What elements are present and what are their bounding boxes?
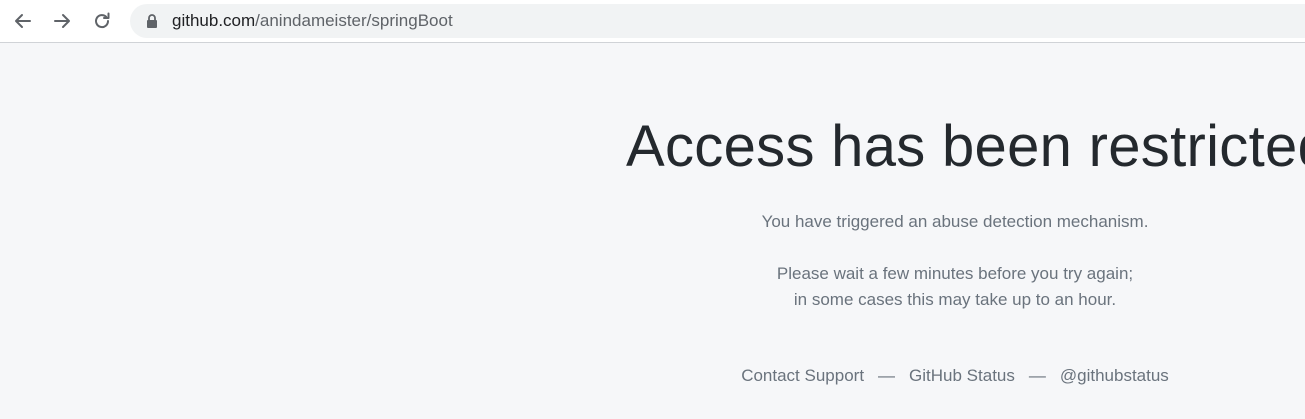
footer-separator: — (878, 366, 896, 385)
back-arrow-icon (15, 14, 31, 28)
browser-toolbar: github.com/anindameister/springBoot (0, 0, 1305, 43)
page-content: Access has been restricted You have trig… (0, 44, 1305, 419)
address-bar[interactable]: github.com/anindameister/springBoot (130, 4, 1305, 38)
page-title: Access has been restricted (626, 114, 1305, 179)
contact-support-link[interactable]: Contact Support (741, 366, 864, 385)
lock-icon[interactable] (146, 14, 158, 28)
abuse-message: You have triggered an abuse detection me… (761, 212, 1149, 231)
url-text[interactable]: github.com/anindameister/springBoot (172, 11, 453, 31)
url-path: /anindameister/springBoot (255, 11, 453, 30)
back-button[interactable] (9, 7, 37, 35)
forward-arrow-icon (54, 14, 70, 28)
reload-button[interactable] (88, 7, 116, 35)
wait-message: Please wait a few minutes before you try… (610, 261, 1300, 313)
wait-message-line1: Please wait a few minutes before you try… (776, 264, 1134, 283)
forward-button[interactable] (48, 7, 76, 35)
twitter-status-link[interactable]: @githubstatus (1060, 366, 1169, 385)
footer-links: Contact Support — GitHub Status — @githubsta… (610, 363, 1300, 389)
footer-separator: — (1028, 366, 1046, 385)
github-status-link[interactable]: GitHub Status (909, 366, 1015, 385)
reload-icon (95, 12, 110, 29)
url-host: github.com (172, 11, 256, 30)
wait-message-line2: in some cases this may take up to an hou… (793, 290, 1117, 309)
